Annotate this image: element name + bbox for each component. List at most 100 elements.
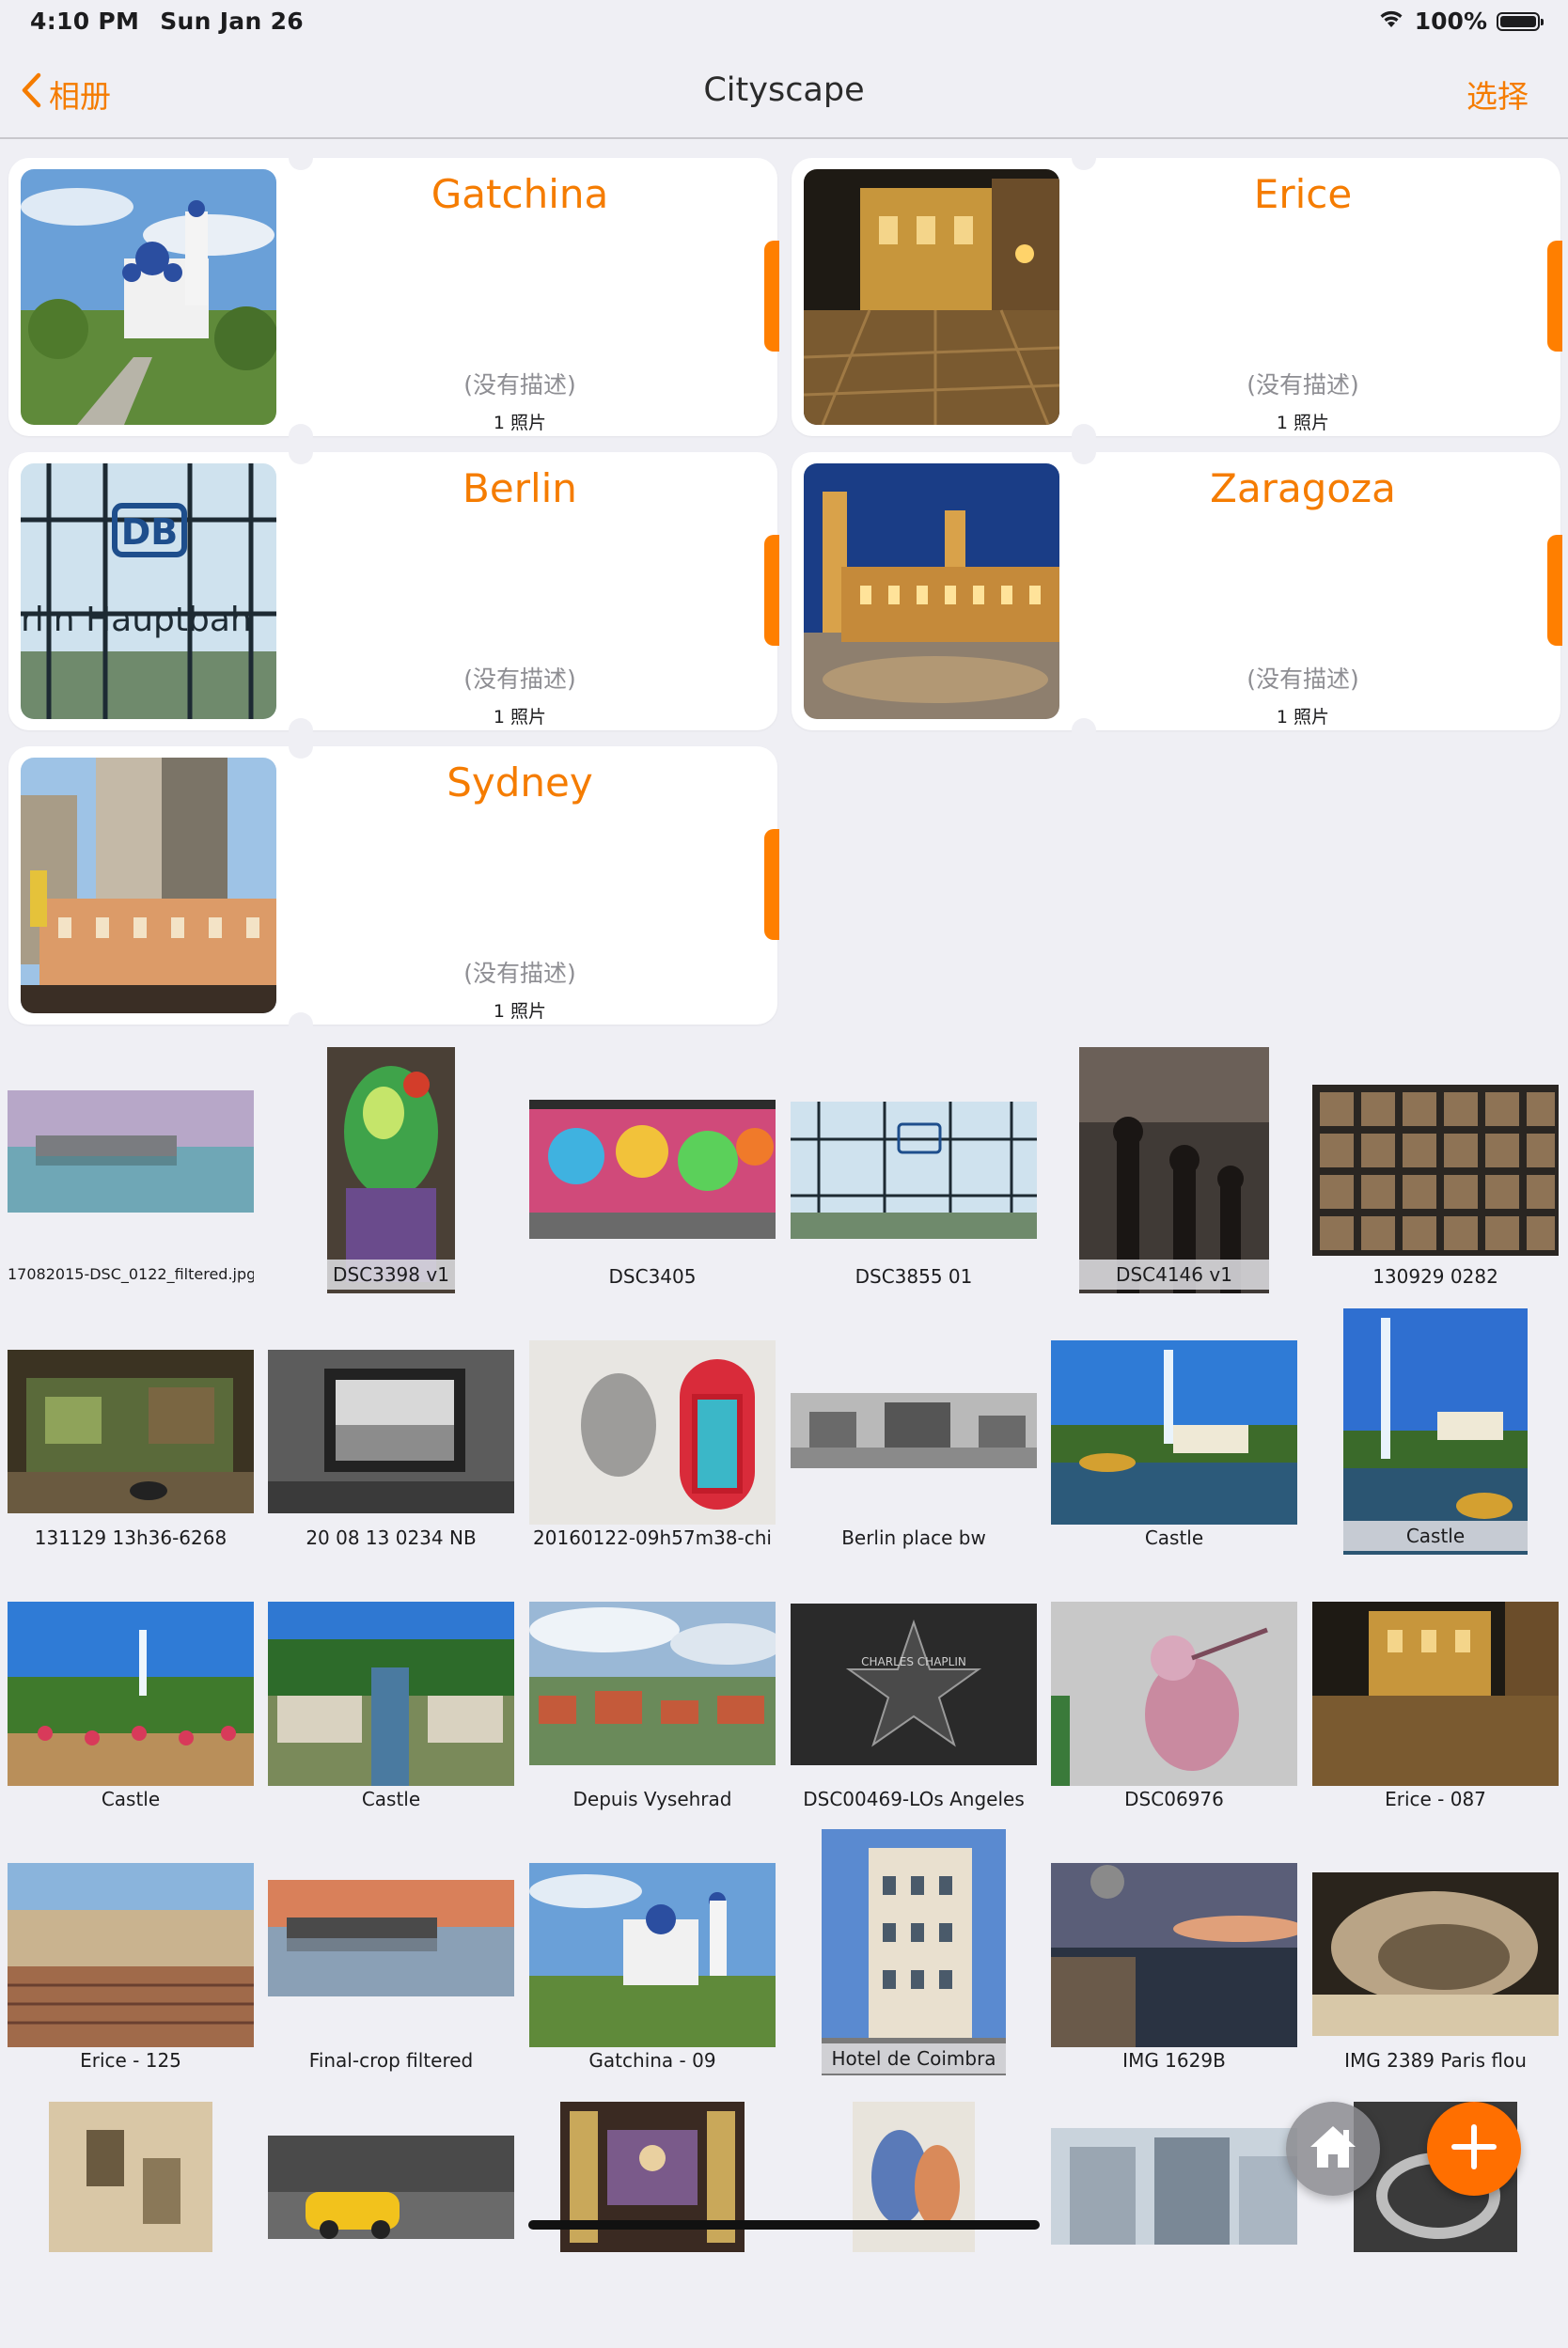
- page-title: Cityscape: [703, 71, 865, 109]
- photo-item[interactable]: 131129 13h36-6268: [8, 1303, 254, 1564]
- album-photo-count: 1 照片: [1276, 413, 1330, 433]
- album-title: Erice: [1253, 171, 1353, 217]
- album-card-gatchina[interactable]: Gatchina (没有描述) 1 照片: [8, 146, 779, 448]
- photo-item[interactable]: [791, 2087, 1037, 2348]
- album-list: Gatchina (没有描述) 1 照片 Erice (没有描述) 1 照片 D…: [0, 139, 1568, 1041]
- home-indicator: [528, 2220, 1040, 2230]
- photo-item[interactable]: Castle: [268, 1564, 514, 1825]
- photo-caption: Hotel de Coimbra: [822, 2043, 1006, 2074]
- photo-item[interactable]: DSC3855 01: [791, 1041, 1037, 1303]
- photo-item[interactable]: Final-crop filtered: [268, 1825, 514, 2087]
- album-edge-tab[interactable]: [764, 241, 779, 352]
- status-bar: 4:10 PM Sun Jan 26 100%: [0, 0, 1568, 43]
- photo-item[interactable]: DSC4146 v1: [1051, 1041, 1297, 1303]
- photo-item[interactable]: [529, 2087, 776, 2348]
- photo-thumbnail: [268, 1880, 514, 1996]
- photo-item[interactable]: Erice - 125: [8, 1825, 254, 2087]
- photo-thumbnail: [529, 1863, 776, 2047]
- album-card-erice[interactable]: Erice (没有描述) 1 照片: [792, 146, 1562, 448]
- photo-item[interactable]: [268, 2087, 514, 2348]
- navigation-bar: 相册 Cityscape 选择: [0, 43, 1568, 139]
- photo-item[interactable]: Depuis Vysehrad: [529, 1564, 776, 1825]
- photo-grid: 17082015-DSC_0122_filtered.jpg DSC3398 v…: [0, 1041, 1568, 2252]
- photo-item[interactable]: [1051, 2087, 1297, 2348]
- photo-item[interactable]: DSC06976: [1051, 1564, 1297, 1825]
- album-thumbnail: [21, 169, 276, 425]
- photo-caption: Depuis Vysehrad: [572, 1788, 732, 1810]
- wifi-icon: [1377, 8, 1405, 35]
- album-description: (没有描述): [1247, 371, 1359, 399]
- svg-text:CHARLES CHAPLIN: CHARLES CHAPLIN: [861, 1655, 966, 1668]
- photo-item[interactable]: Gatchina - 09: [529, 1825, 776, 2087]
- photo-item[interactable]: 20 08 13 0234 NB: [268, 1303, 514, 1564]
- photo-thumbnail: [791, 1102, 1037, 1239]
- photo-caption: IMG 1629B: [1122, 2049, 1226, 2072]
- album-edge-tab[interactable]: [764, 535, 779, 646]
- photo-caption: Castle: [361, 1788, 421, 1810]
- photo-thumbnail: [8, 1090, 254, 1213]
- photo-item[interactable]: IMG 2389 Paris flou: [1312, 1825, 1559, 2087]
- photo-caption: 17082015-DSC_0122_filtered.jpg: [8, 1265, 254, 1283]
- photo-thumbnail: CHARLES CHAPLIN: [791, 1604, 1037, 1765]
- add-button[interactable]: [1427, 2102, 1521, 2196]
- photo-thumbnail: [1312, 1602, 1559, 1786]
- photo-thumbnail: [8, 1863, 254, 2047]
- album-photo-count: 1 照片: [1276, 707, 1330, 728]
- photo-caption: DSC3405: [608, 1265, 697, 1288]
- album-title: Sydney: [447, 759, 593, 806]
- photo-thumbnail: [327, 1047, 455, 1293]
- photo-thumbnail: [1079, 1047, 1269, 1293]
- svg-text:rlin Hauptbah: rlin Hauptbah: [21, 601, 252, 639]
- photo-thumbnail: [1343, 1308, 1528, 1555]
- photo-thumbnail: [1051, 1340, 1297, 1525]
- photo-item[interactable]: Castle: [1312, 1303, 1559, 1564]
- album-card-sydney[interactable]: Sydney (没有描述) 1 照片: [8, 734, 779, 1037]
- photo-item[interactable]: 17082015-DSC_0122_filtered.jpg: [8, 1041, 254, 1303]
- photo-item[interactable]: Hotel de Coimbra: [791, 1825, 1037, 2087]
- photo-item[interactable]: [8, 2087, 254, 2348]
- photo-item[interactable]: IMG 1629B: [1051, 1825, 1297, 2087]
- photo-item[interactable]: CHARLES CHAPLIN DSC00469-LOs Angeles: [791, 1564, 1037, 1825]
- photo-thumbnail: [1051, 1602, 1297, 1786]
- photo-thumbnail: [560, 2102, 745, 2252]
- album-edge-tab[interactable]: [1547, 535, 1562, 646]
- photo-caption: Castle: [1144, 1526, 1204, 1549]
- photo-item[interactable]: Castle: [1051, 1303, 1297, 1564]
- photo-caption: DSC06976: [1124, 1788, 1224, 1810]
- photo-item[interactable]: Berlin place bw: [791, 1303, 1037, 1564]
- home-button[interactable]: [1286, 2102, 1380, 2196]
- photo-thumbnail: [529, 1340, 776, 1525]
- album-edge-tab[interactable]: [1547, 241, 1562, 352]
- photo-caption: Berlin place bw: [841, 1526, 986, 1549]
- photo-caption: Erice - 087: [1385, 1788, 1486, 1810]
- album-card-berlin[interactable]: DB rlin Hauptbah Berlin (没有描述) 1 照片: [8, 440, 779, 743]
- select-button[interactable]: 选择: [1466, 71, 1529, 117]
- photo-item[interactable]: DSC3405: [529, 1041, 776, 1303]
- photo-thumbnail: [529, 1100, 776, 1239]
- photo-thumbnail: [49, 2102, 212, 2252]
- photo-caption: 131129 13h36-6268: [34, 1526, 227, 1549]
- status-indicators: 100%: [1377, 8, 1544, 35]
- photo-caption: DSC00469-LOs Angeles: [803, 1788, 1025, 1810]
- status-date: Sun Jan 26: [160, 8, 304, 35]
- album-photo-count: 1 照片: [493, 413, 547, 433]
- photo-item[interactable]: Erice - 087: [1312, 1564, 1559, 1825]
- photo-thumbnail: [1051, 2128, 1297, 2245]
- home-icon: [1307, 2122, 1359, 2175]
- photo-item[interactable]: Castle: [8, 1564, 254, 1825]
- album-card-zaragoza[interactable]: Zaragoza (没有描述) 1 照片: [792, 440, 1562, 743]
- photo-thumbnail: [1312, 1085, 1559, 1256]
- album-edge-tab[interactable]: [764, 829, 779, 940]
- photo-caption: 20 08 13 0234 NB: [306, 1526, 477, 1549]
- photo-thumbnail: [791, 1393, 1037, 1468]
- status-time-date: 4:10 PM Sun Jan 26: [30, 8, 304, 35]
- photo-caption: Erice - 125: [80, 2049, 181, 2072]
- photo-item[interactable]: 20160122-09h57m38-chi: [529, 1303, 776, 1564]
- battery-percent: 100%: [1414, 8, 1487, 35]
- photo-thumbnail: [529, 1602, 776, 1765]
- photo-item[interactable]: DSC3398 v1: [268, 1041, 514, 1303]
- photo-thumbnail: [853, 2102, 975, 2252]
- photo-caption: DSC4146 v1: [1079, 1260, 1269, 1290]
- photo-item[interactable]: 130929 0282: [1312, 1041, 1559, 1303]
- photo-thumbnail: [1051, 1863, 1297, 2047]
